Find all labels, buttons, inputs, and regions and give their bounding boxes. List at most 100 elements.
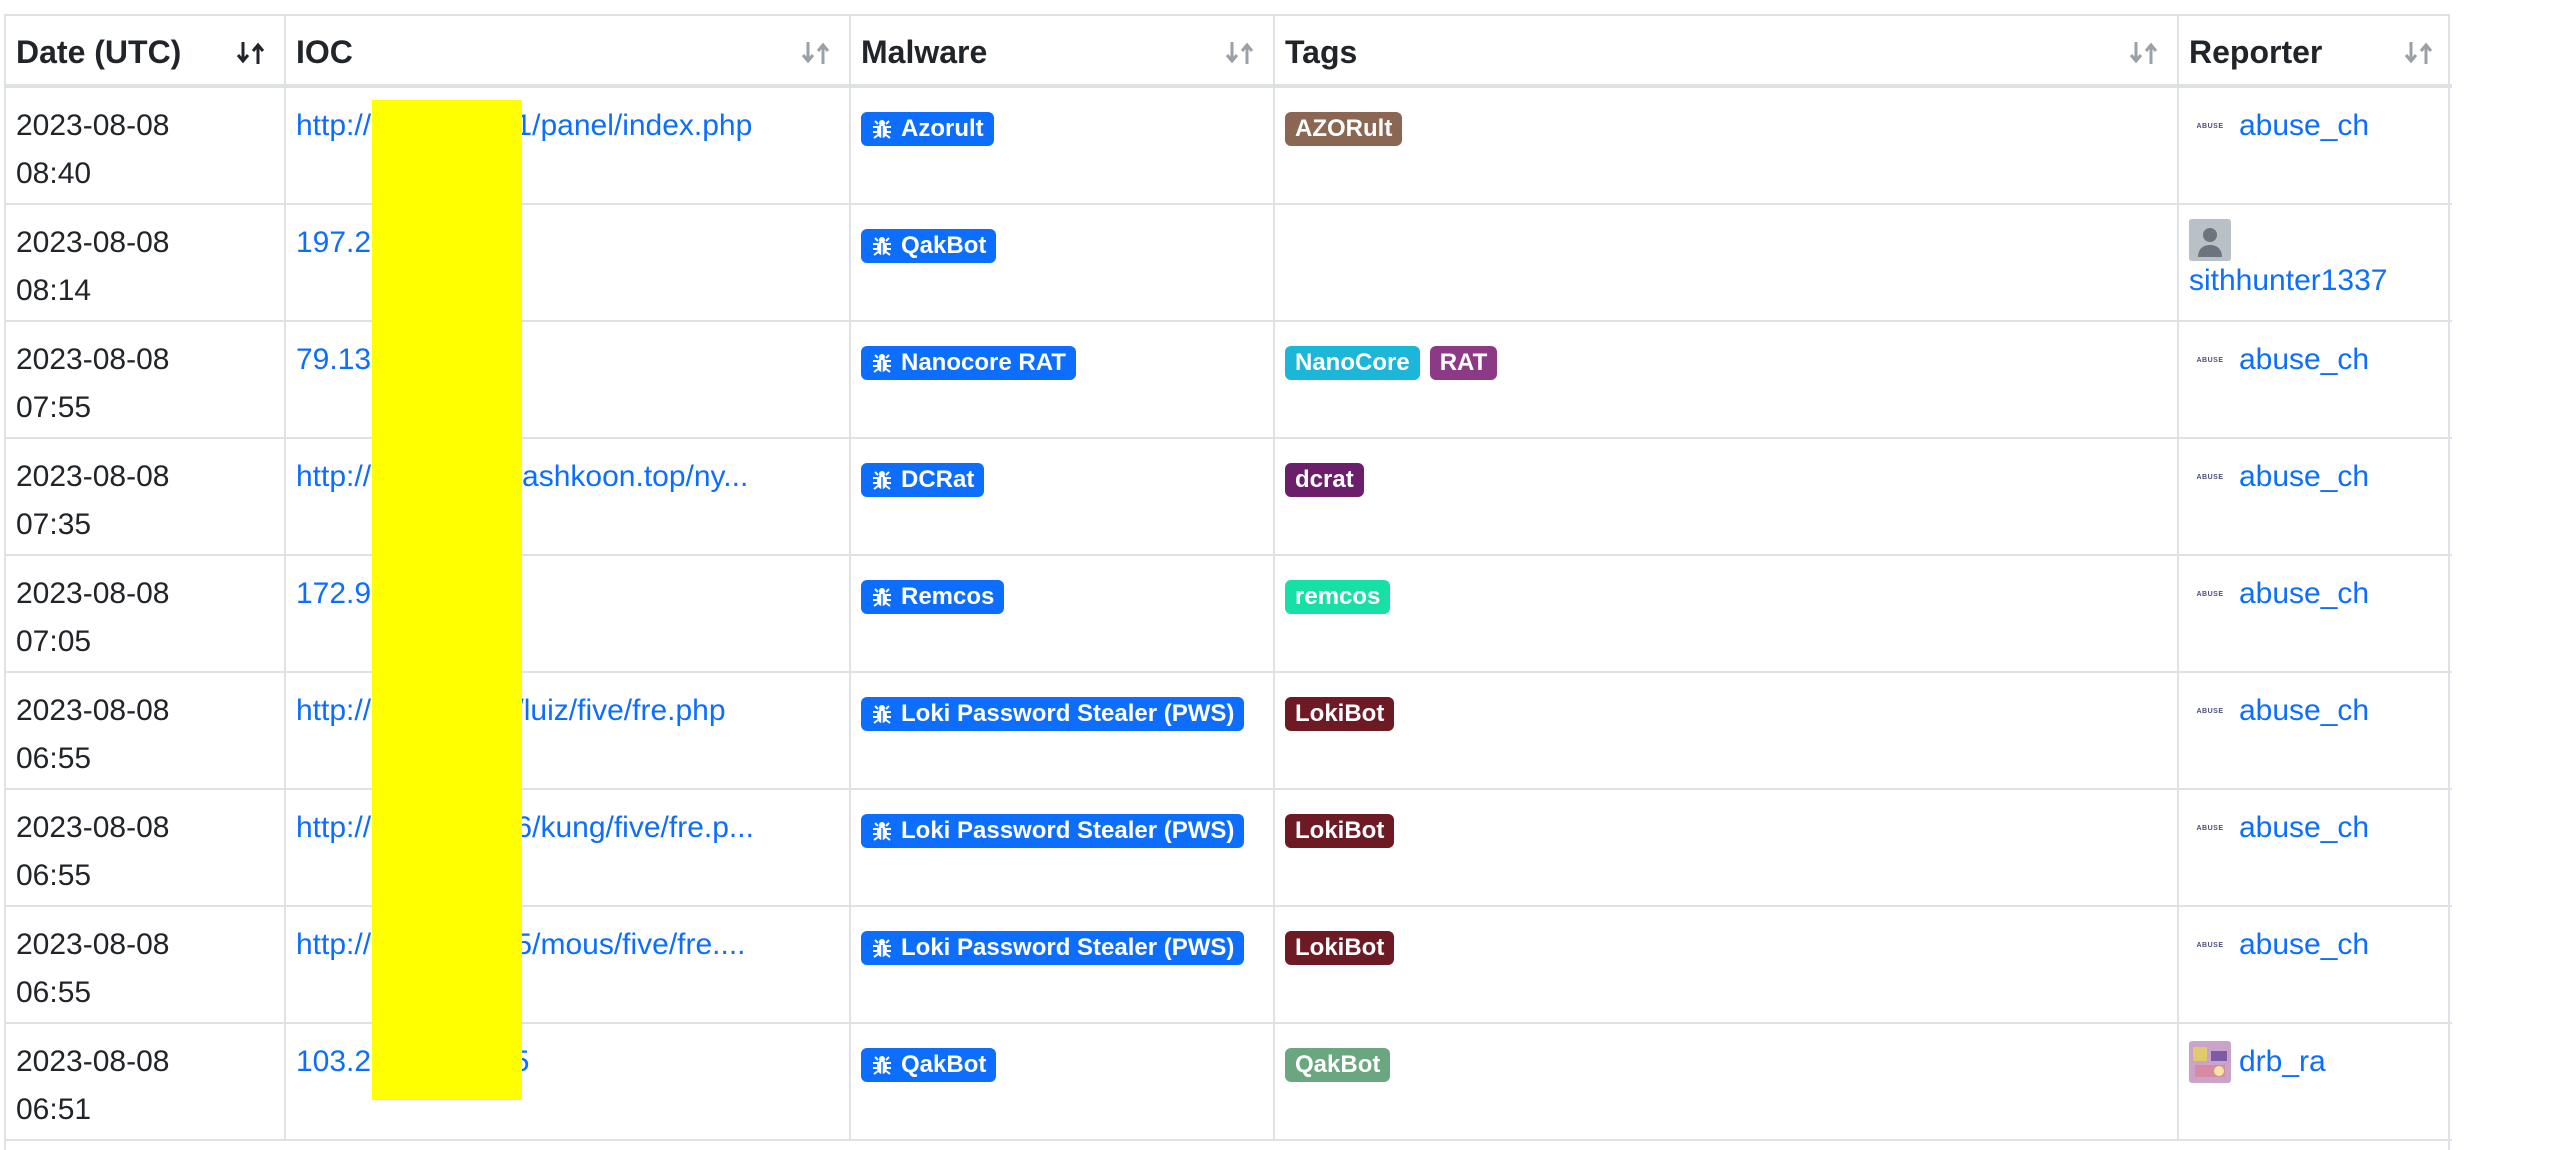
date-text: 2023-08-08 06:55: [16, 694, 170, 775]
abuse-ch-logo-icon: ABUSE: [2196, 707, 2224, 715]
reporter-link[interactable]: abuse_ch: [2239, 570, 2369, 618]
ioc-cell: 197.2443: [284, 205, 849, 320]
ioc-cell: 103.2:995: [284, 1024, 849, 1139]
bug-icon: [873, 471, 891, 490]
malware-badge[interactable]: Azorult: [861, 112, 994, 146]
malware-cell: Loki Password Stealer (PWS): [849, 907, 1273, 1022]
bug-icon: [873, 1056, 891, 1075]
reporter-cell: ABUSE abuse_ch: [2177, 907, 2452, 1022]
date-cell: 2023-08-08 08:14: [6, 205, 284, 320]
header-reporter-label: Reporter: [2189, 34, 2323, 70]
tag-badge[interactable]: LokiBot: [1285, 697, 1395, 731]
malware-badge[interactable]: DCRat: [861, 463, 985, 497]
header-malware-label: Malware: [861, 34, 988, 70]
date-cell: 2023-08-08 06:55: [6, 790, 284, 905]
table-header: Date (UTC) IOC Malware Tags Reporter: [6, 16, 2452, 88]
tag-badge[interactable]: QakBot: [1285, 1048, 1391, 1082]
date-text: 2023-08-08 06:55: [16, 811, 170, 892]
date-text: 2023-08-08 07:35: [16, 460, 170, 541]
tag-badge[interactable]: LokiBot: [1285, 931, 1395, 965]
abuse-ch-logo-icon: ABUSE: [2196, 473, 2224, 481]
tag-badge[interactable]: dcrat: [1285, 463, 1364, 497]
reporter-link[interactable]: abuse_ch: [2239, 102, 2369, 150]
reporter-link[interactable]: abuse_ch: [2239, 921, 2369, 969]
reporter-link[interactable]: abuse_ch: [2239, 804, 2369, 852]
sort-icon[interactable]: [2127, 38, 2161, 68]
date-cell: 2023-08-08 07:55: [6, 322, 284, 437]
malware-badge[interactable]: Loki Password Stealer (PWS): [861, 814, 1245, 848]
malware-cell: QakBot: [849, 1024, 1273, 1139]
reporter-link[interactable]: sithhunter1337: [2189, 261, 2388, 301]
reporter-link[interactable]: abuse_ch: [2239, 453, 2369, 501]
ioc-link[interactable]: http://4.161/panel/index.php: [296, 102, 752, 150]
bug-icon: [873, 822, 891, 841]
tags-cell: remcos: [1273, 556, 2177, 671]
reporter-cell: ABUSE abuse_ch: [2177, 790, 2452, 905]
user-icon: [2189, 219, 2231, 261]
reporter-link[interactable]: drb_ra: [2239, 1038, 2326, 1086]
sort-desc-icon[interactable]: [234, 38, 268, 68]
header-tags-label: Tags: [1285, 34, 1358, 70]
tags-cell: LokiBot: [1273, 907, 2177, 1022]
header-date-label: Date (UTC): [16, 34, 182, 70]
tag-badge[interactable]: RAT: [1429, 346, 1498, 380]
date-text: 2023-08-08 08:14: [16, 226, 170, 307]
date-cell: 2023-08-08 07:35: [6, 439, 284, 554]
bug-icon: [873, 237, 891, 256]
tag-badge[interactable]: AZORult: [1285, 112, 1403, 146]
tags-cell: dcrat: [1273, 439, 2177, 554]
tags-cell: LokiBot: [1273, 673, 2177, 788]
reporter-cell: ABUSE abuse_ch: [2177, 439, 2452, 554]
bug-icon: [873, 354, 891, 373]
reporter-link[interactable]: abuse_ch: [2239, 687, 2369, 735]
ioc-cell: http://24.9/luiz/five/fre.php: [284, 673, 849, 788]
tags-cell: NanoCore RAT: [1273, 322, 2177, 437]
ioc-cell: http://m.nyashkoon.top/ny...: [284, 439, 849, 554]
ioc-table: Date (UTC) IOC Malware Tags Reporter 202…: [4, 14, 2452, 1150]
sort-icon[interactable]: [1223, 38, 1257, 68]
abuse-ch-logo-icon: ABUSE: [2196, 122, 2224, 130]
ioc-link[interactable]: http://m.nyashkoon.top/ny...: [296, 453, 748, 501]
malware-badge[interactable]: Loki Password Stealer (PWS): [861, 697, 1245, 731]
abuse-ch-logo-icon: ABUSE: [2196, 941, 2224, 949]
bug-icon: [873, 120, 891, 139]
tags-cell: QakBot: [1273, 1024, 2177, 1139]
tag-badge[interactable]: remcos: [1285, 580, 1391, 614]
sort-icon[interactable]: [799, 38, 833, 68]
date-text: 2023-08-08 08:40: [16, 109, 170, 190]
header-malware[interactable]: Malware: [849, 16, 1273, 84]
header-ioc[interactable]: IOC: [284, 16, 849, 84]
ioc-cell: http://24.15/mous/five/fre....: [284, 907, 849, 1022]
reporter-cell: ABUSE abuse_ch: [2177, 673, 2452, 788]
ioc-cell: http://24.16/kung/five/fre.p...: [284, 790, 849, 905]
header-reporter[interactable]: Reporter: [2177, 16, 2452, 84]
malware-badge[interactable]: Remcos: [861, 580, 1005, 614]
malware-badge[interactable]: QakBot: [861, 229, 997, 263]
header-date[interactable]: Date (UTC): [6, 16, 284, 84]
malware-cell: Nanocore RAT: [849, 322, 1273, 437]
tag-badge[interactable]: LokiBot: [1285, 814, 1395, 848]
date-text: 2023-08-08 07:05: [16, 577, 170, 658]
reporter-cell: ABUSE abuse_ch: [2177, 322, 2452, 437]
date-cell: 2023-08-08 06:55: [6, 673, 284, 788]
sort-icon[interactable]: [2402, 38, 2436, 68]
bug-icon: [873, 588, 891, 607]
ioc-link[interactable]: http://24.16/kung/five/fre.p...: [296, 804, 754, 852]
header-tags[interactable]: Tags: [1273, 16, 2177, 84]
ioc-cell: 79.13620: [284, 322, 849, 437]
bug-icon: [873, 705, 891, 724]
tag-badge[interactable]: NanoCore: [1285, 346, 1420, 380]
date-cell: 2023-08-08 07:05: [6, 556, 284, 671]
date-text: 2023-08-08 06:51: [16, 1045, 170, 1126]
redaction-block: [372, 100, 522, 1100]
avatar: [2189, 1041, 2231, 1083]
malware-badge[interactable]: Loki Password Stealer (PWS): [861, 931, 1245, 965]
malware-badge[interactable]: Nanocore RAT: [861, 346, 1076, 380]
malware-cell: Azorult: [849, 88, 1273, 203]
reporter-link[interactable]: abuse_ch: [2239, 336, 2369, 384]
abuse-ch-logo-icon: ABUSE: [2196, 824, 2224, 832]
malware-badge[interactable]: QakBot: [861, 1048, 997, 1082]
malware-cell: Loki Password Stealer (PWS): [849, 790, 1273, 905]
date-cell: 2023-08-08 08:40: [6, 88, 284, 203]
reporter-cell: ABUSE abuse_ch: [2177, 556, 2452, 671]
